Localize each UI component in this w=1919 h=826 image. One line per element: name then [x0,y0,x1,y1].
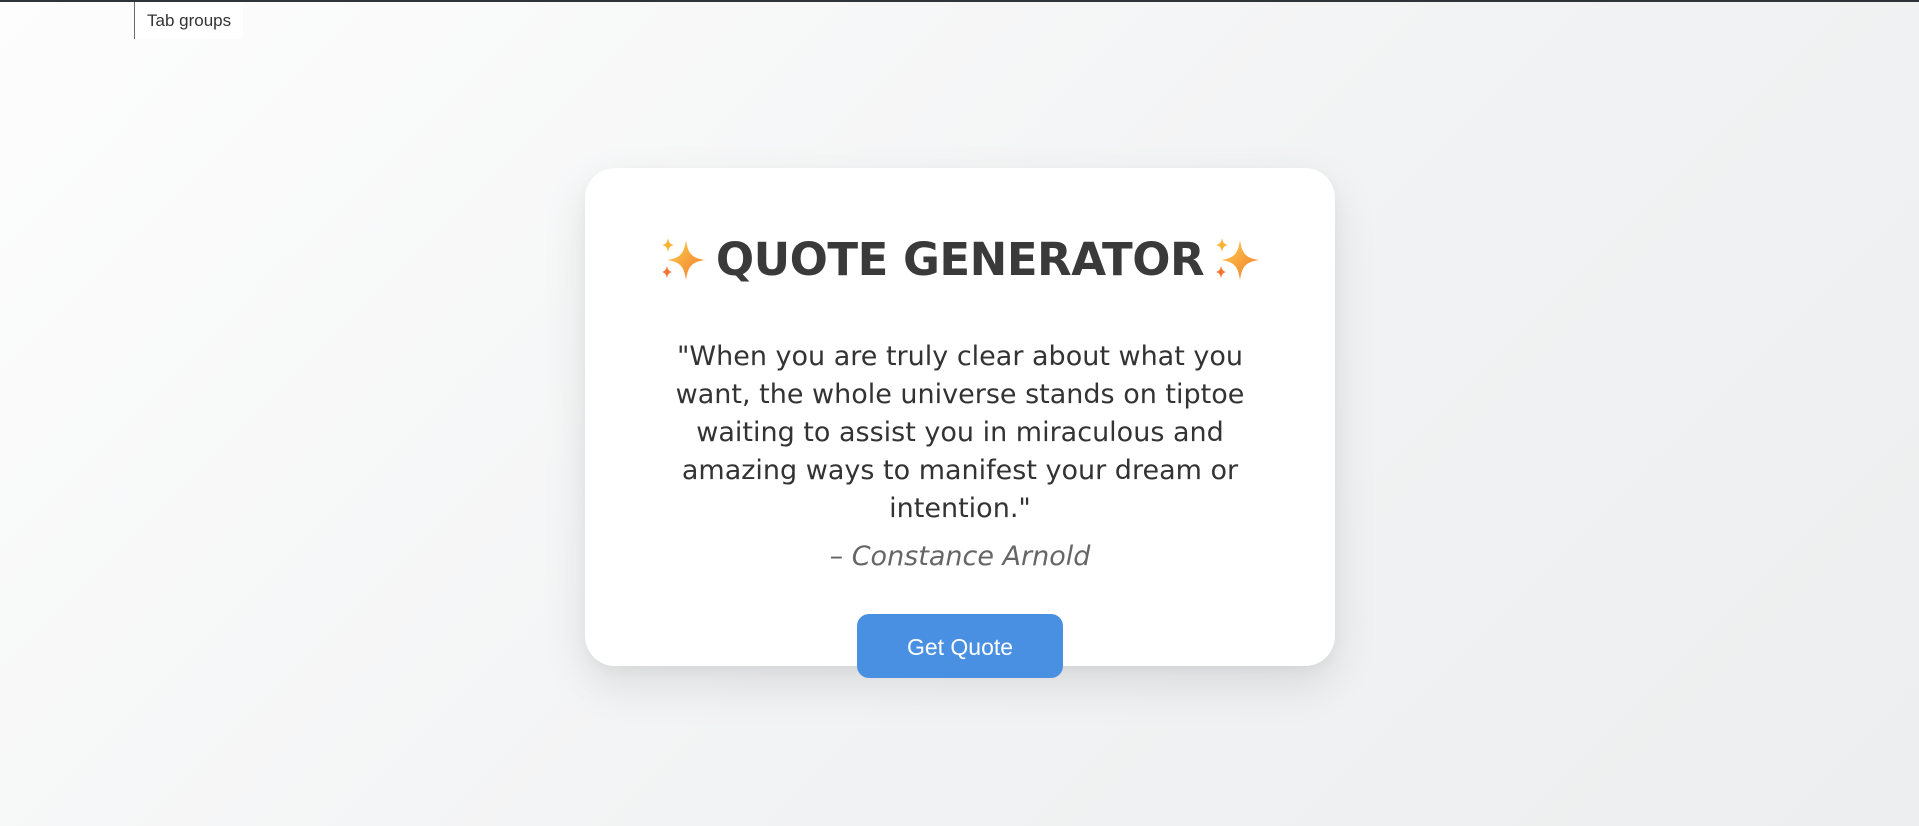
browser-top-bar [0,0,1919,2]
page-title: QUOTE GENERATOR [585,226,1335,292]
sparkles-icon [661,238,705,280]
tab-groups-label: Tab groups [147,10,232,30]
quote-card: QUOTE GENERATOR "When you are truly clea… [585,168,1335,678]
quote-author: – Constance Arnold [829,541,1091,572]
quote-text: "When you are truly clear about what you… [675,341,1245,524]
sparkles-icon [1216,238,1260,280]
tab-groups-button[interactable]: Tab groups [134,2,244,39]
title-text: QUOTE GENERATOR [715,232,1205,286]
get-quote-button[interactable]: Get Quote [857,614,1063,678]
